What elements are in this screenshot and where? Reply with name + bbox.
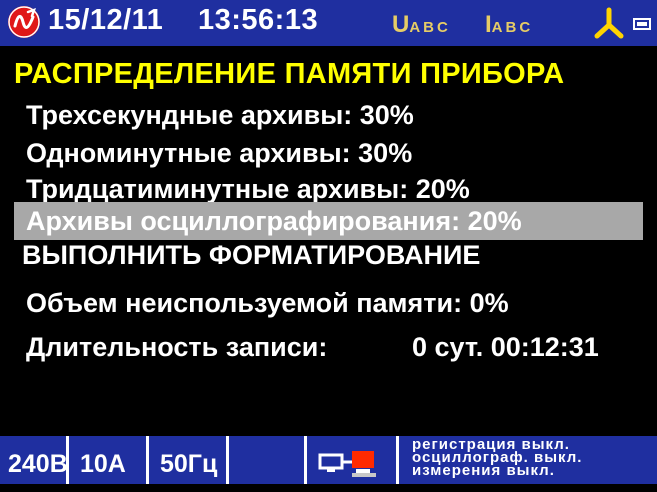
divider <box>66 436 69 484</box>
unused-memory-text: Объем неиспользуемой памяти: 0% <box>26 288 509 318</box>
current-indicator-letter: I <box>485 11 492 38</box>
menu-item-format[interactable]: ВЫПОЛНИТЬ ФОРМАТИРОВАНИЕ <box>14 236 480 274</box>
current-indicator: IABC <box>485 11 533 39</box>
menu-title: РАСПРЕДЕЛЕНИЕ ПАМЯТИ ПРИБОРА <box>14 58 565 90</box>
voltage-range: 240В <box>8 450 68 478</box>
voltage-indicator-letter: U <box>392 11 410 38</box>
network-connection-icon <box>318 451 376 477</box>
status-measurements: измерения выкл. <box>412 462 555 479</box>
current-indicator-phases: ABC <box>491 19 534 36</box>
record-duration-value: 0 сут. 00:12:31 <box>412 332 599 362</box>
date-display: 15/12/11 <box>48 4 164 36</box>
record-duration-label: Длительность записи: <box>26 332 328 362</box>
time-display: 13:56:13 <box>198 4 319 36</box>
voltage-indicator-phases: ABC <box>409 19 451 36</box>
menu-item-three-second-archives[interactable]: Трехсекундные архивы: 30% <box>14 96 414 134</box>
phase-star-icon <box>594 7 624 39</box>
divider <box>396 436 399 484</box>
divider <box>304 436 307 484</box>
bottom-status-bar: 240В 10А 50Гц регистрация выкл. осциллог… <box>0 436 657 484</box>
menu-item-oscillography-archives-selected[interactable]: Архивы осциллографирования: 20% <box>14 202 643 240</box>
battery-icon <box>633 18 651 30</box>
frequency: 50Гц <box>160 450 218 478</box>
current-range: 10А <box>80 450 126 478</box>
top-status-bar: 15/12/11 13:56:13 UABC IABC <box>0 0 657 46</box>
divider <box>146 436 149 484</box>
logo-icon <box>8 6 40 38</box>
menu-item-one-minute-archives[interactable]: Одноминутные архивы: 30% <box>14 134 412 172</box>
status-lines: регистрация выкл. осциллограф. выкл. изм… <box>412 437 652 479</box>
device-screen: 15/12/11 13:56:13 UABC IABC РАСПРЕДЕЛЕНИ… <box>0 0 657 484</box>
divider <box>226 436 229 484</box>
voltage-indicator: UABC <box>392 11 451 39</box>
